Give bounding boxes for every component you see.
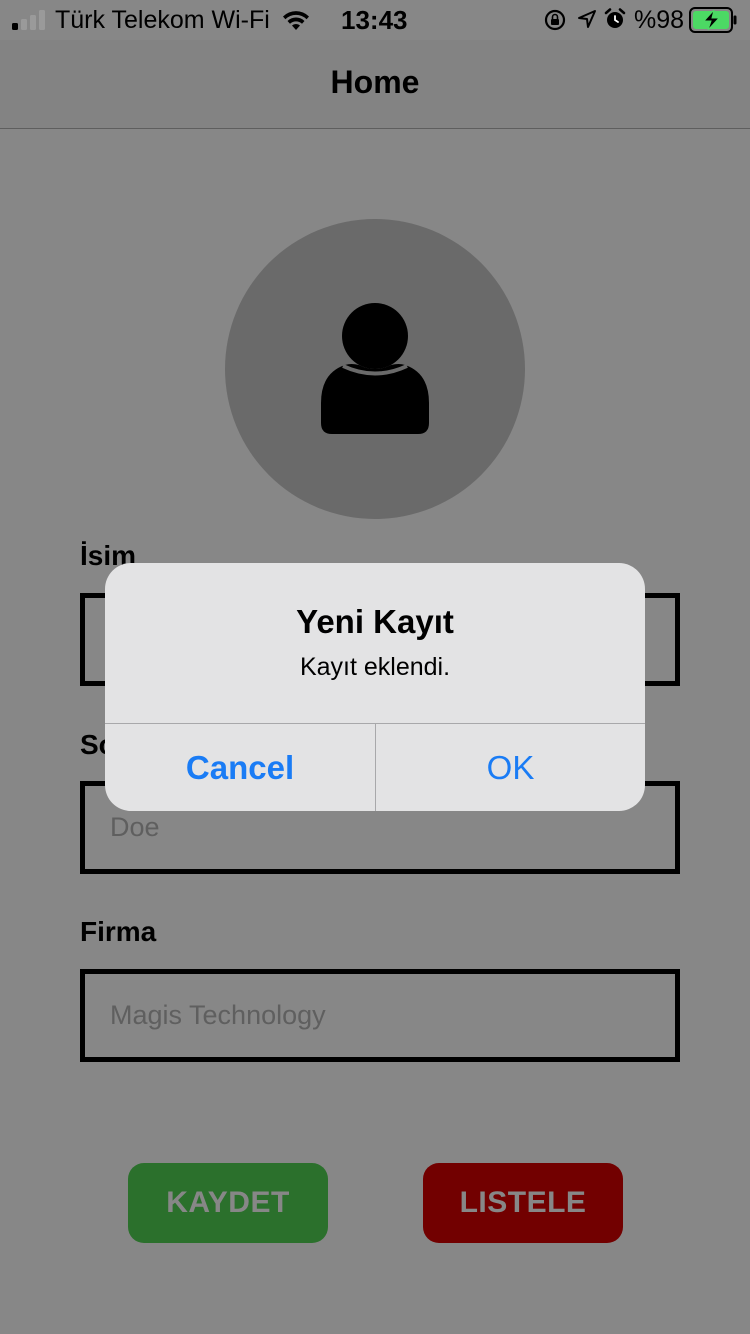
signal-icon — [12, 10, 48, 30]
alert-title: Yeni Kayıt — [296, 603, 454, 640]
battery-charging-icon — [689, 7, 737, 33]
location-icon — [578, 10, 596, 28]
battery-percentage: %98 — [634, 6, 685, 34]
clock: 13:43 — [341, 5, 408, 35]
alert-message: Kayıt eklendi. — [299, 653, 451, 681]
rotation-lock-icon — [544, 9, 566, 31]
status-bar: Türk Telekom Wi-Fi 13:43 %98 — [0, 0, 750, 40]
carrier-name: Türk Telekom Wi-Fi — [55, 6, 270, 34]
alarm-icon — [604, 8, 626, 28]
alert-cancel-button[interactable]: Cancel — [105, 724, 375, 811]
wifi-icon — [283, 11, 309, 30]
app-screen: Türk Telekom Wi-Fi 13:43 %98 Home İsim D… — [0, 0, 750, 1334]
alert-ok-button[interactable]: OK — [376, 724, 645, 811]
alert-dialog: Yeni Kayıt Kayıt eklendi. Cancel OK — [105, 563, 645, 811]
